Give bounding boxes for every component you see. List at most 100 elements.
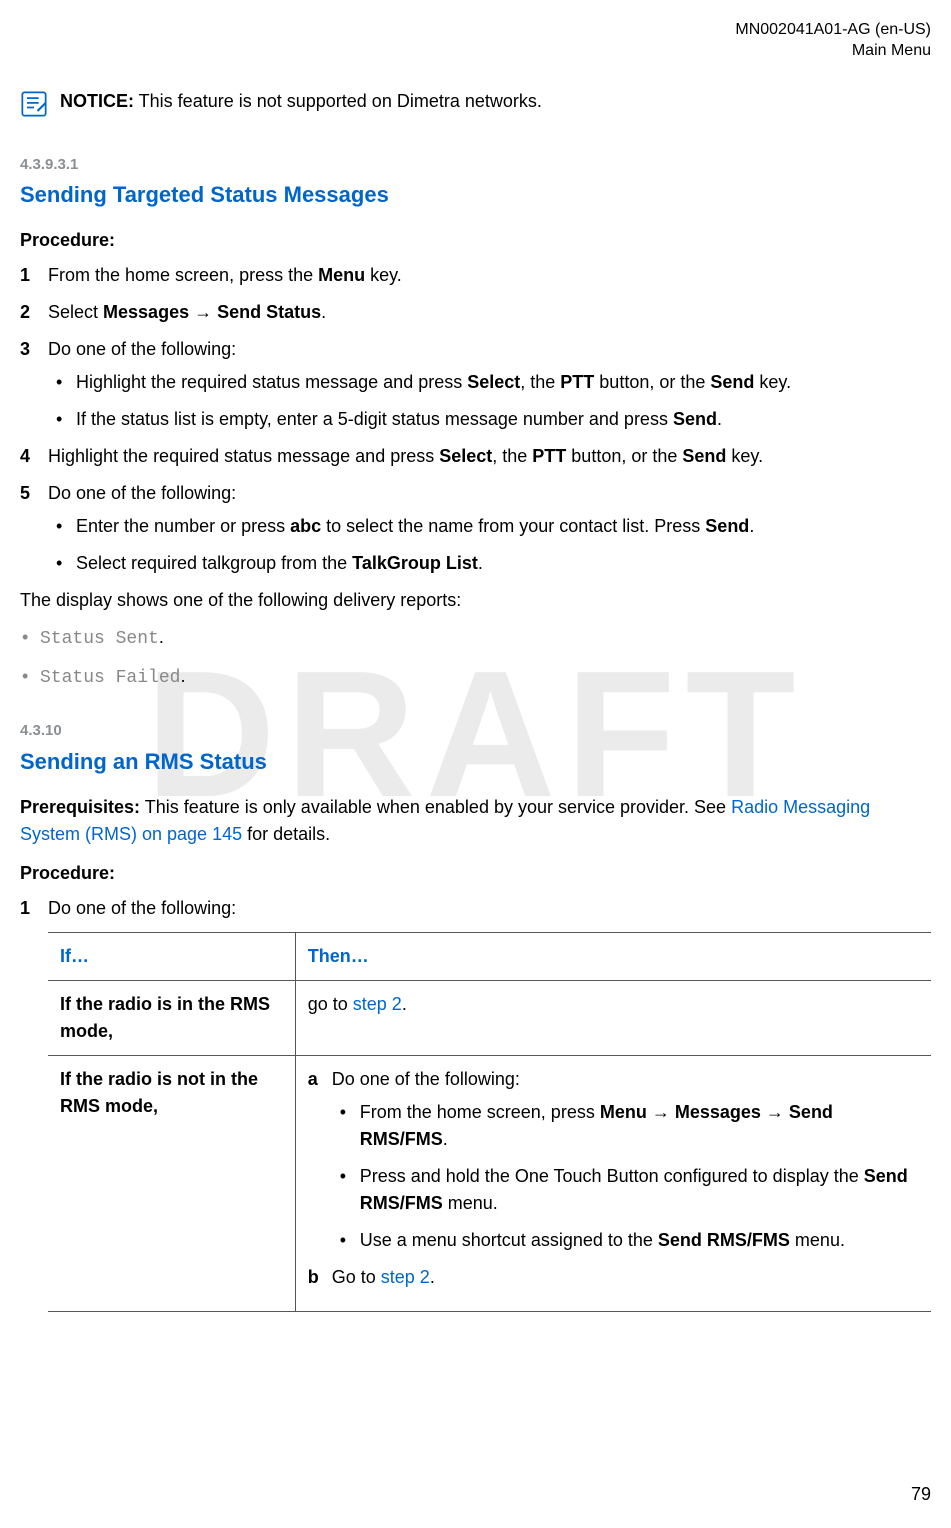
procedure-label: Procedure:: [20, 227, 931, 254]
section-1: 4.3.9.3.1 Sending Targeted Status Messag…: [20, 154, 931, 693]
item-bold: Send: [705, 516, 749, 536]
step-bold: Messages: [103, 302, 189, 322]
step-3: 3 Do one of the following: Highlight the…: [48, 336, 931, 433]
td-then: a Do one of the following: From the home…: [295, 1055, 931, 1311]
item-text: .: [749, 516, 754, 536]
item-bold: Select: [467, 372, 520, 392]
procedure-list: 1 From the home screen, press the Menu k…: [20, 262, 931, 577]
item-bold: PTT: [560, 372, 594, 392]
body-paragraph: The display shows one of the following d…: [20, 587, 931, 614]
th-then: Then…: [295, 932, 931, 980]
table-row: If the radio is in the RMS mode, go to s…: [48, 980, 931, 1055]
list-item: Select required talkgroup from the TalkG…: [76, 550, 931, 577]
step-number: 5: [20, 480, 30, 507]
step-link[interactable]: step 2: [381, 1267, 430, 1287]
step-number: 2: [20, 299, 30, 326]
step-bold: Menu: [318, 265, 365, 285]
step-text: Highlight the required status message an…: [48, 446, 439, 466]
step-1: 1 From the home screen, press the Menu k…: [48, 262, 931, 289]
item-text: Press and hold the One Touch Button conf…: [360, 1166, 864, 1186]
chapter-label: Main Menu: [20, 41, 931, 62]
item-text: menu.: [443, 1193, 498, 1213]
item-text: Use a menu shortcut assigned to the: [360, 1230, 658, 1250]
page-header: MN002041A01-AG (en-US) Main Menu: [20, 20, 931, 62]
item-text: →: [647, 1102, 675, 1122]
step-number: 1: [20, 895, 30, 922]
item-text: to select the name from your contact lis…: [321, 516, 705, 536]
step-text: .: [321, 302, 326, 322]
list-item: Status Failed.: [40, 663, 931, 692]
item-text: From the home screen, press: [360, 1102, 600, 1122]
step-number: 3: [20, 336, 30, 363]
cell-text: .: [402, 994, 407, 1014]
item-text: button, or the: [594, 372, 710, 392]
cell-bold: If the radio is not in the RMS mode,: [60, 1069, 258, 1116]
item-bold: Send: [710, 372, 754, 392]
step-bold: Send Status: [217, 302, 321, 322]
item-bold: Menu: [600, 1102, 647, 1122]
step-letter: a: [308, 1066, 318, 1093]
step-text: Select: [48, 302, 103, 322]
section-2: 4.3.10 Sending an RMS Status Prerequisit…: [20, 720, 931, 1312]
th-if: If…: [48, 932, 295, 980]
step-4: 4 Highlight the required status message …: [48, 443, 931, 470]
sub-list: Enter the number or press abc to select …: [48, 513, 931, 577]
sub-list: Highlight the required status message an…: [48, 369, 931, 433]
step-1: 1 Do one of the following: If… Then… If …: [48, 895, 931, 1312]
step-link[interactable]: step 2: [353, 994, 402, 1014]
page-number: 79: [911, 1481, 931, 1508]
list-item: Highlight the required status message an…: [76, 369, 931, 396]
step-text: button, or the: [566, 446, 682, 466]
item-bold: Messages: [675, 1102, 761, 1122]
notice-label: NOTICE:: [60, 91, 134, 111]
item-text: menu.: [790, 1230, 845, 1250]
step-5: 5 Do one of the following: Enter the num…: [48, 480, 931, 577]
list-item: From the home screen, press Menu → Messa…: [360, 1099, 919, 1153]
item-text: Go to: [332, 1267, 381, 1287]
table-row: If the radio is not in the RMS mode, a D…: [48, 1055, 931, 1311]
step-text: Do one of the following:: [48, 483, 236, 503]
item-text: Do one of the following:: [332, 1069, 520, 1089]
step-text: →: [189, 302, 217, 322]
item-bold: abc: [290, 516, 321, 536]
item-text: .: [478, 553, 483, 573]
step-text: Do one of the following:: [48, 898, 236, 918]
doc-id: MN002041A01-AG (en-US): [20, 20, 931, 41]
step-text: key.: [726, 446, 763, 466]
step-letter: b: [308, 1264, 319, 1291]
item-text: Enter the number or press: [76, 516, 290, 536]
item-bold: Send: [673, 409, 717, 429]
prereq-text: This feature is only available when enab…: [140, 797, 731, 817]
step-2: 2 Select Messages → Send Status.: [48, 299, 931, 326]
step-number: 1: [20, 262, 30, 289]
cell-text: go to: [308, 994, 353, 1014]
list-item: a Do one of the following: From the home…: [332, 1066, 919, 1254]
inner-ordered-list: a Do one of the following: From the home…: [308, 1066, 919, 1291]
list-item: Use a menu shortcut assigned to the Send…: [360, 1227, 919, 1254]
td-if: If the radio is in the RMS mode,: [48, 980, 295, 1055]
item-text: →: [761, 1102, 789, 1122]
step-text: , the: [492, 446, 532, 466]
list-item: b Go to step 2.: [332, 1264, 919, 1291]
section-title: Sending Targeted Status Messages: [20, 178, 931, 211]
cell-bold: If the radio is in the RMS mode,: [60, 994, 270, 1041]
report-list: Status Sent. Status Failed.: [20, 624, 931, 692]
notice-body: This feature is not supported on Dimetra…: [134, 91, 542, 111]
item-text: Highlight the required status message an…: [76, 372, 467, 392]
list-item: If the status list is empty, enter a 5-d…: [76, 406, 931, 433]
prereq-text: for details.: [242, 824, 330, 844]
section-title: Sending an RMS Status: [20, 745, 931, 778]
item-text: .: [717, 409, 722, 429]
section-number: 4.3.9.3.1: [20, 154, 931, 177]
notice-text: NOTICE: This feature is not supported on…: [60, 88, 931, 115]
condition-table: If… Then… If the radio is in the RMS mod…: [48, 932, 931, 1312]
item-text: key.: [754, 372, 791, 392]
procedure-list: 1 Do one of the following: If… Then… If …: [20, 895, 931, 1312]
notice-icon: [20, 90, 48, 118]
item-text: , the: [520, 372, 560, 392]
item-text: If the status list is empty, enter a 5-d…: [76, 409, 673, 429]
table-header-row: If… Then…: [48, 932, 931, 980]
notice-banner: NOTICE: This feature is not supported on…: [20, 82, 931, 124]
step-text: From the home screen, press the: [48, 265, 318, 285]
step-text: key.: [365, 265, 402, 285]
